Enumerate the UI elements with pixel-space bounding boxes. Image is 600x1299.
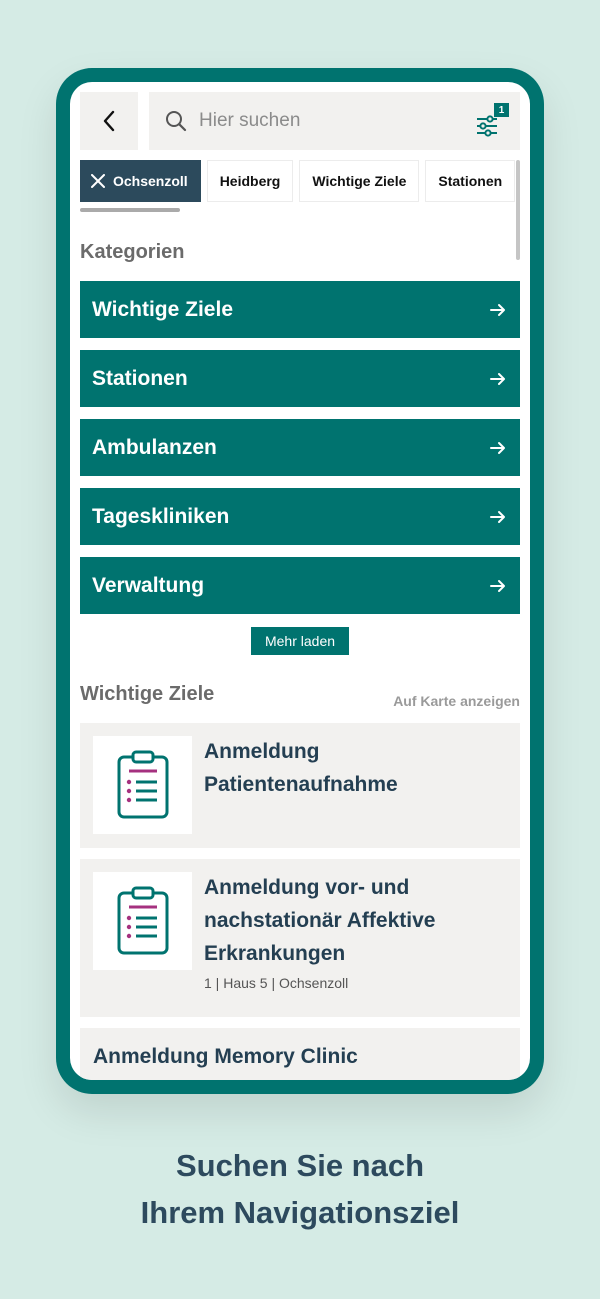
chip-label: Heidberg	[219, 173, 281, 189]
search-icon	[166, 111, 187, 132]
chip-label: Stationen	[438, 173, 503, 189]
important-heading: Wichtige Ziele	[80, 683, 215, 705]
arrow-right-icon	[490, 510, 505, 523]
back-button[interactable]	[80, 92, 138, 150]
load-more-button[interactable]: Mehr laden	[251, 627, 349, 655]
app-screen: 1 Ochsenzoll Heidberg Wichtige Ziele Sta…	[70, 82, 530, 1080]
category-tageskliniken[interactable]: Tageskliniken	[80, 488, 520, 545]
chip-heidberg[interactable]: Heidberg	[206, 160, 294, 202]
destination-title: Anmeldung Memory Clinic	[93, 1045, 358, 1068]
close-icon[interactable]	[91, 174, 105, 188]
category-wichtige-ziele[interactable]: Wichtige Ziele	[80, 281, 520, 338]
arrow-right-icon	[490, 303, 505, 316]
destination-card[interactable]: Anmeldung vor- und nachstationär Affekti…	[80, 859, 520, 1017]
chip-label: Wichtige Ziele	[312, 173, 407, 189]
caption-line-1: Suchen Sie nach	[175, 1148, 425, 1183]
destination-title: Anmeldung vor- und nachstationär Affekti…	[204, 876, 436, 965]
chips-scrollbar[interactable]	[80, 208, 180, 212]
destination-card[interactable]: Anmeldung Memory Clinic	[80, 1028, 520, 1080]
destination-title: Anmeldung Patientenaufnahme	[204, 740, 398, 796]
clipboard-list-icon	[117, 886, 168, 955]
arrow-right-icon	[490, 441, 505, 454]
destination-card[interactable]: Anmeldung Patientenaufnahme	[80, 723, 520, 848]
filter-chips: Ochsenzoll Heidberg Wichtige Ziele Stati…	[80, 160, 516, 202]
arrow-right-icon	[490, 579, 505, 592]
chip-stationen[interactable]: Stationen	[425, 160, 516, 202]
destination-meta: 1 | Haus 5 | Ochsenzoll	[204, 975, 349, 991]
category-label: Verwaltung	[92, 573, 205, 597]
destination-thumbnail	[93, 872, 192, 970]
category-label: Stationen	[92, 366, 188, 390]
category-label: Ambulanzen	[92, 435, 217, 459]
category-label: Wichtige Ziele	[92, 297, 234, 321]
filter-sliders-icon	[477, 115, 497, 137]
category-stationen[interactable]: Stationen	[80, 350, 520, 407]
caption-line-2: Ihrem Navigationsziel	[140, 1195, 460, 1230]
filter-count-badge: 1	[494, 103, 509, 117]
vertical-scrollbar[interactable]	[516, 160, 520, 260]
search-input[interactable]	[199, 110, 449, 132]
categories-heading: Kategorien	[80, 241, 185, 263]
category-verwaltung[interactable]: Verwaltung	[80, 557, 520, 614]
category-label: Tageskliniken	[92, 504, 230, 528]
destination-thumbnail	[93, 736, 192, 834]
phone-frame: 1 Ochsenzoll Heidberg Wichtige Ziele Sta…	[56, 68, 544, 1094]
chip-wichtige-ziele[interactable]: Wichtige Ziele	[299, 160, 420, 202]
chip-label: Ochsenzoll	[113, 173, 188, 189]
filter-button[interactable]: 1	[476, 103, 509, 137]
category-ambulanzen[interactable]: Ambulanzen	[80, 419, 520, 476]
clipboard-list-icon	[117, 750, 168, 819]
search-bar: 1	[149, 92, 520, 150]
chip-ochsenzoll[interactable]: Ochsenzoll	[80, 160, 201, 202]
arrow-right-icon	[490, 372, 505, 385]
show-on-map-link[interactable]: Auf Karte anzeigen	[393, 693, 520, 709]
back-arrow-icon	[103, 110, 115, 132]
